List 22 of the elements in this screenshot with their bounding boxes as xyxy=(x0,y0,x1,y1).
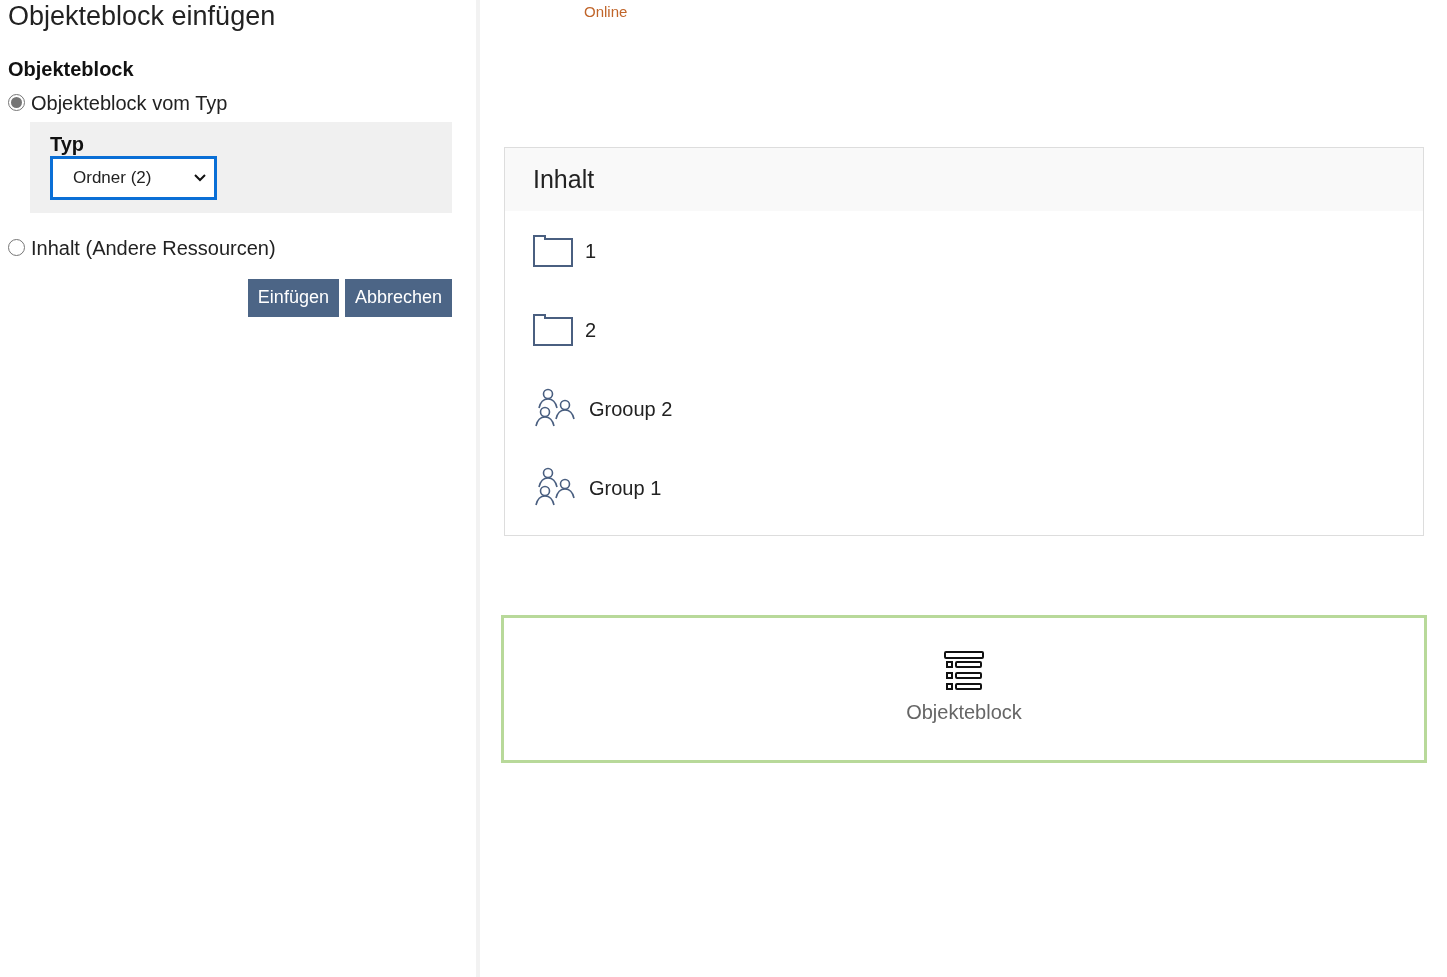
item-link[interactable]: Grooup 2 xyxy=(589,393,673,424)
item-link[interactable]: Group 1 xyxy=(589,472,662,503)
folder-icon xyxy=(533,234,573,267)
panel-title: Objekteblock einfügen xyxy=(8,0,277,33)
cancel-button[interactable]: Abbrechen xyxy=(344,278,452,317)
radio-label: Inhalt (Andere Ressourcen) xyxy=(31,235,276,261)
item-link[interactable]: 2 xyxy=(585,314,597,345)
block-placeholder[interactable]: Objekteblock xyxy=(501,615,1427,763)
block-label: Objekteblock xyxy=(906,700,1022,725)
radio-button[interactable] xyxy=(8,94,25,112)
list-icon xyxy=(944,651,984,693)
insert-button[interactable]: Einfügen xyxy=(247,278,339,317)
chevron-down-icon xyxy=(194,173,206,182)
item-link[interactable]: 1 xyxy=(585,235,597,266)
type-select[interactable]: Ordner (2) xyxy=(50,155,217,200)
radio-button[interactable] xyxy=(8,239,25,257)
status-text: Online xyxy=(584,3,628,20)
section-label: Objekteblock xyxy=(8,56,135,82)
card-title: Inhalt xyxy=(533,163,595,195)
folder-icon xyxy=(533,313,573,346)
field-label: Typ xyxy=(50,133,86,154)
radio-label: Objekteblock vom Typ xyxy=(31,90,228,116)
